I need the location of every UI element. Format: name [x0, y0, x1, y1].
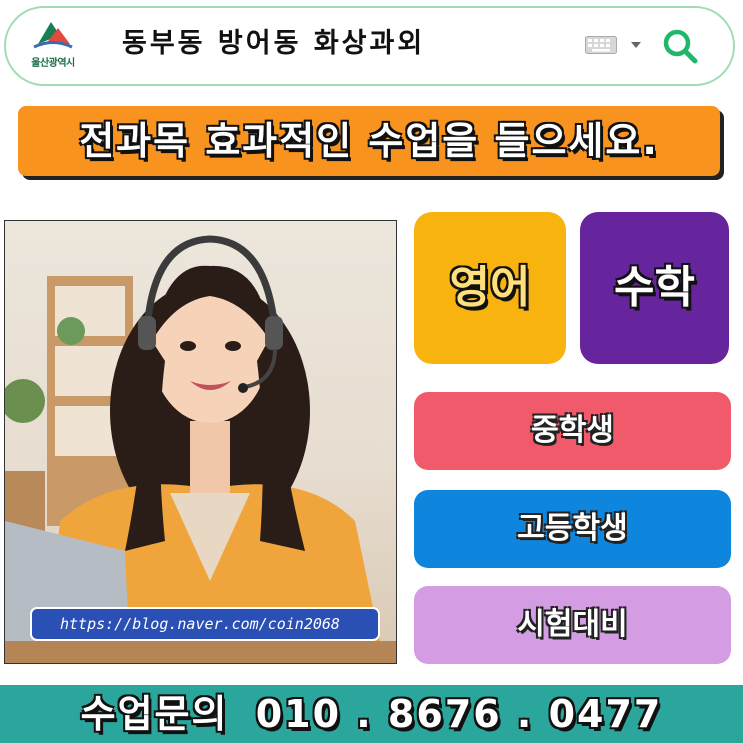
- blog-url-link[interactable]: https://blog.naver.com/coin2068: [30, 607, 380, 641]
- tile-middle-school-label: 중학생: [531, 413, 614, 448]
- tutor-photo: [4, 220, 397, 664]
- headline-text: 전과목 효과적인 수업을 들으세요.: [79, 119, 659, 163]
- tile-english-label: 영어: [449, 262, 531, 313]
- tile-english[interactable]: 영어: [414, 212, 566, 364]
- tile-high-school-label: 고등학생: [517, 511, 628, 546]
- tile-math-label: 수학: [614, 262, 695, 313]
- tile-exam-prep-label: 시험대비: [517, 607, 628, 642]
- tile-math[interactable]: 수학: [580, 212, 729, 364]
- tile-middle-school[interactable]: 중학생: [414, 392, 731, 470]
- contact-label: 수업문의: [80, 692, 229, 736]
- contact-text[interactable]: 수업문의 010 . 8676 . 0477: [0, 685, 743, 743]
- chevron-down-icon[interactable]: [630, 40, 642, 50]
- ulsan-logo: 울산광역시: [24, 14, 82, 70]
- city-emblem-icon: [33, 22, 73, 49]
- tutor-illustration: [5, 235, 396, 663]
- search-query[interactable]: 동부동 방어동 화상과외: [122, 24, 425, 64]
- contact-phone[interactable]: 010 . 8676 . 0477: [256, 692, 663, 736]
- tile-high-school[interactable]: 고등학생: [414, 490, 731, 568]
- keyboard-icon[interactable]: [585, 36, 617, 54]
- logo-caption: 울산광역시: [31, 58, 75, 69]
- search-icon[interactable]: [660, 26, 700, 66]
- tile-exam-prep[interactable]: 시험대비: [414, 586, 731, 664]
